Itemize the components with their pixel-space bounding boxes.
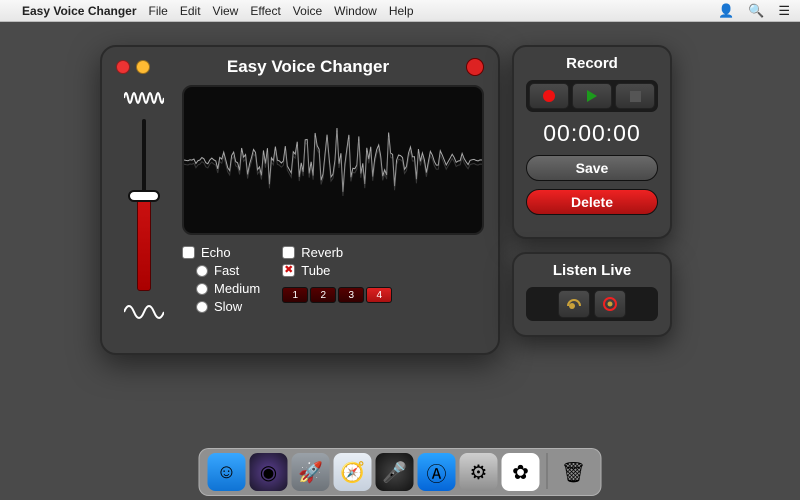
dock-trash-icon[interactable]: 🗑: [555, 453, 593, 491]
dock-finder-icon[interactable]: ☺: [208, 453, 246, 491]
record-indicator-icon[interactable]: [466, 58, 484, 76]
dock-settings-icon[interactable]: ⚙: [460, 453, 498, 491]
record-title: Record: [526, 55, 658, 72]
echo-medium-radio[interactable]: Medium: [196, 281, 260, 296]
menu-window[interactable]: Window: [334, 4, 377, 18]
menu-help[interactable]: Help: [389, 4, 414, 18]
waveform-display: [182, 85, 484, 235]
preset-3[interactable]: 3: [338, 287, 364, 303]
dock-siri-icon[interactable]: ◉: [250, 453, 288, 491]
menu-effect[interactable]: Effect: [250, 4, 280, 18]
window-controls: [116, 60, 150, 74]
effects-section: Echo Fast Medium Slow Reverb ✖Tube 1234: [182, 245, 484, 314]
preset-2[interactable]: 2: [310, 287, 336, 303]
delete-button[interactable]: Delete: [526, 189, 658, 215]
stop-button[interactable]: [615, 83, 655, 109]
play-button[interactable]: [572, 83, 612, 109]
wave-sparse-icon: [124, 299, 164, 325]
user-icon[interactable]: 👤: [718, 3, 734, 19]
transport-controls: [526, 80, 658, 112]
dock-voice-changer-icon[interactable]: 🎤: [376, 453, 414, 491]
tube-checkbox[interactable]: ✖Tube: [282, 263, 392, 278]
presets-row: 1234: [282, 287, 392, 303]
menu-view[interactable]: View: [213, 4, 239, 18]
preset-4[interactable]: 4: [366, 287, 392, 303]
dock-app-store-icon[interactable]: Ⓐ: [418, 453, 456, 491]
echo-slow-radio[interactable]: Slow: [196, 299, 260, 314]
dock-photos-icon[interactable]: ✿: [502, 453, 540, 491]
record-button[interactable]: [529, 83, 569, 109]
preset-1[interactable]: 1: [282, 287, 308, 303]
echo-checkbox[interactable]: Echo: [182, 245, 260, 260]
dock: ☺◉🚀🧭🎤Ⓐ⚙✿ 🗑: [199, 448, 602, 496]
listen-title: Listen Live: [526, 262, 658, 279]
wave-dense-icon: [124, 85, 164, 111]
menu-file[interactable]: File: [149, 4, 168, 18]
spotlight-icon[interactable]: 🔍: [748, 3, 764, 19]
listen-live-panel: Listen Live: [512, 252, 672, 337]
reverb-checkbox[interactable]: Reverb: [282, 245, 392, 260]
menu-extras-icon[interactable]: ☰: [778, 3, 790, 19]
dock-launchpad-icon[interactable]: 🚀: [292, 453, 330, 491]
menu-edit[interactable]: Edit: [180, 4, 201, 18]
record-panel: Record 00:00:00 Save Delete: [512, 45, 672, 239]
main-window: Easy Voice Changer Ech: [100, 45, 500, 355]
window-titlebar: Easy Voice Changer: [116, 57, 484, 77]
app-menu[interactable]: Easy Voice Changer: [22, 4, 137, 18]
timer-display: 00:00:00: [526, 120, 658, 147]
pitch-slider[interactable]: [134, 115, 154, 295]
pitch-slider-column: [116, 85, 172, 325]
listen-headphones-button[interactable]: [558, 290, 590, 318]
listen-speaker-button[interactable]: [594, 290, 626, 318]
minimize-button[interactable]: [136, 60, 150, 74]
close-button[interactable]: [116, 60, 130, 74]
save-button[interactable]: Save: [526, 155, 658, 181]
dock-safari-icon[interactable]: 🧭: [334, 453, 372, 491]
menubar: Easy Voice Changer File Edit View Effect…: [0, 0, 800, 22]
echo-fast-radio[interactable]: Fast: [196, 263, 260, 278]
menu-voice[interactable]: Voice: [293, 4, 322, 18]
window-title: Easy Voice Changer: [150, 57, 466, 77]
